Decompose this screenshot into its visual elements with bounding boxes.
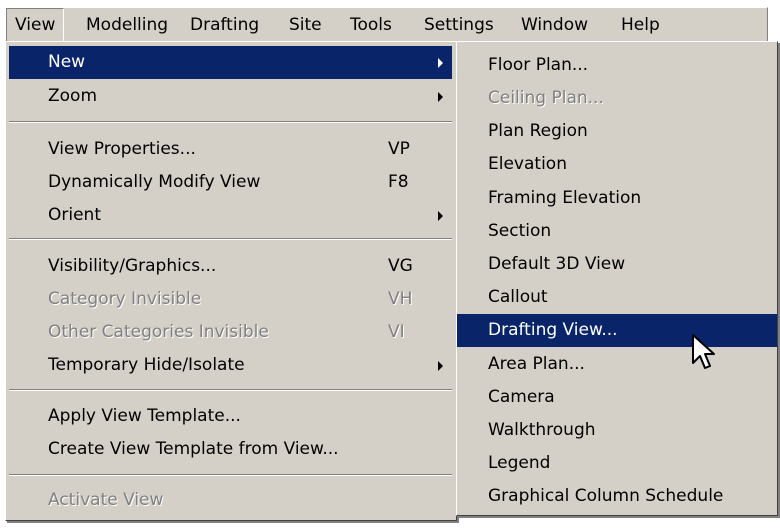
menu-tools[interactable]: Tools bbox=[342, 8, 400, 42]
submenu-item-label: Callout bbox=[488, 287, 548, 307]
menu-item-label: Apply View Template... bbox=[48, 406, 241, 426]
menu-item-apply-view-template[interactable]: Apply View Template... bbox=[9, 400, 452, 433]
submenu-item-label: Camera bbox=[488, 387, 555, 407]
menu-item-label: Orient bbox=[48, 205, 101, 225]
menu-help[interactable]: Help bbox=[613, 8, 668, 42]
menu-separator bbox=[9, 474, 452, 476]
submenu-item-label: Ceiling Plan... bbox=[488, 88, 604, 108]
submenu-item-label: Legend bbox=[488, 453, 551, 473]
submenu-item-legend[interactable]: Legend bbox=[457, 447, 777, 480]
menu-item-label: Visibility/Graphics... bbox=[48, 256, 217, 276]
submenu-item-graphical-column-schedule[interactable]: Graphical Column Schedule bbox=[457, 480, 777, 513]
menu-bar: View Modelling Drafting Site Tools Setti… bbox=[5, 7, 768, 42]
menu-item-create-view-template[interactable]: Create View Template from View... bbox=[9, 433, 452, 466]
menu-modelling[interactable]: Modelling bbox=[78, 8, 176, 42]
menu-item-label: Category Invisible bbox=[48, 289, 202, 309]
submenu-item-label: Floor Plan... bbox=[488, 55, 589, 75]
menu-item-label: Other Categories Invisible bbox=[48, 322, 269, 342]
menu-item-shortcut: VH bbox=[388, 289, 413, 309]
submenu-item-framing-elevation[interactable]: Framing Elevation bbox=[457, 182, 777, 215]
menu-window[interactable]: Window bbox=[513, 8, 596, 42]
submenu-item-callout[interactable]: Callout bbox=[457, 281, 777, 314]
submenu-item-label: Framing Elevation bbox=[488, 188, 642, 208]
submenu-item-area-plan[interactable]: Area Plan... bbox=[457, 348, 777, 381]
menu-item-temporary-hide-isolate[interactable]: Temporary Hide/Isolate bbox=[9, 349, 452, 382]
menu-item-shortcut: VG bbox=[388, 256, 413, 276]
submenu-item-label: Elevation bbox=[488, 154, 567, 174]
submenu-item-drafting-view[interactable]: Drafting View... bbox=[457, 314, 777, 347]
menu-item-label: View Properties... bbox=[48, 139, 196, 159]
view-menu-dropdown: New Zoom View Properties... VP Dynamical… bbox=[5, 41, 457, 521]
submenu-item-floor-plan[interactable]: Floor Plan... bbox=[457, 49, 777, 82]
menu-item-orient[interactable]: Orient bbox=[9, 199, 452, 232]
menu-item-label: Temporary Hide/Isolate bbox=[48, 355, 245, 375]
menu-item-label: Create View Template from View... bbox=[48, 439, 339, 459]
menu-item-view-properties[interactable]: View Properties... VP bbox=[9, 133, 452, 166]
menu-item-label: Zoom bbox=[48, 86, 98, 106]
menu-item-shortcut: F8 bbox=[388, 172, 409, 192]
submenu-arrow-icon bbox=[438, 92, 443, 102]
menu-drafting[interactable]: Drafting bbox=[182, 8, 267, 42]
submenu-item-plan-region[interactable]: Plan Region bbox=[457, 115, 777, 148]
application-screen: View Modelling Drafting Site Tools Setti… bbox=[0, 0, 780, 529]
mouse-pointer-icon bbox=[692, 334, 715, 369]
submenu-item-ceiling-plan: Ceiling Plan... bbox=[457, 82, 777, 115]
submenu-item-default-3d-view[interactable]: Default 3D View bbox=[457, 248, 777, 281]
submenu-item-elevation[interactable]: Elevation bbox=[457, 148, 777, 181]
menu-settings[interactable]: Settings bbox=[416, 8, 502, 42]
submenu-arrow-icon bbox=[438, 361, 443, 371]
menu-item-shortcut: VI bbox=[388, 322, 405, 342]
submenu-item-label: Area Plan... bbox=[488, 354, 585, 374]
submenu-item-label: Walkthrough bbox=[488, 420, 596, 440]
new-submenu: Floor Plan... Ceiling Plan... Plan Regio… bbox=[456, 41, 778, 516]
menu-item-activate-view: Activate View bbox=[9, 484, 452, 517]
menu-item-label: New bbox=[48, 52, 86, 72]
menu-view[interactable]: View bbox=[6, 8, 65, 42]
submenu-item-walkthrough[interactable]: Walkthrough bbox=[457, 414, 777, 447]
submenu-item-label: Default 3D View bbox=[488, 254, 626, 274]
submenu-item-section[interactable]: Section bbox=[457, 215, 777, 248]
menu-separator bbox=[9, 389, 452, 391]
menu-item-shortcut: VP bbox=[388, 139, 410, 159]
menu-separator bbox=[9, 121, 452, 123]
submenu-item-label: Section bbox=[488, 221, 552, 241]
submenu-item-label: Drafting View... bbox=[488, 320, 618, 340]
menu-item-label: Activate View bbox=[48, 490, 164, 510]
menu-item-category-invisible: Category Invisible VH bbox=[9, 283, 452, 316]
menu-item-label: Dynamically Modify View bbox=[48, 172, 261, 192]
menu-item-other-categories-invisible: Other Categories Invisible VI bbox=[9, 316, 452, 349]
menu-site[interactable]: Site bbox=[281, 8, 330, 42]
menu-item-visibility-graphics[interactable]: Visibility/Graphics... VG bbox=[9, 250, 452, 283]
submenu-arrow-icon bbox=[438, 211, 443, 221]
submenu-arrow-icon bbox=[438, 58, 443, 68]
submenu-item-label: Plan Region bbox=[488, 121, 588, 141]
menu-item-zoom[interactable]: Zoom bbox=[9, 80, 452, 113]
submenu-item-camera[interactable]: Camera bbox=[457, 381, 777, 414]
menu-item-dynamically-modify-view[interactable]: Dynamically Modify View F8 bbox=[9, 166, 452, 199]
menu-separator bbox=[9, 238, 452, 240]
menu-item-new[interactable]: New bbox=[9, 46, 452, 79]
submenu-item-label: Graphical Column Schedule bbox=[488, 486, 724, 506]
